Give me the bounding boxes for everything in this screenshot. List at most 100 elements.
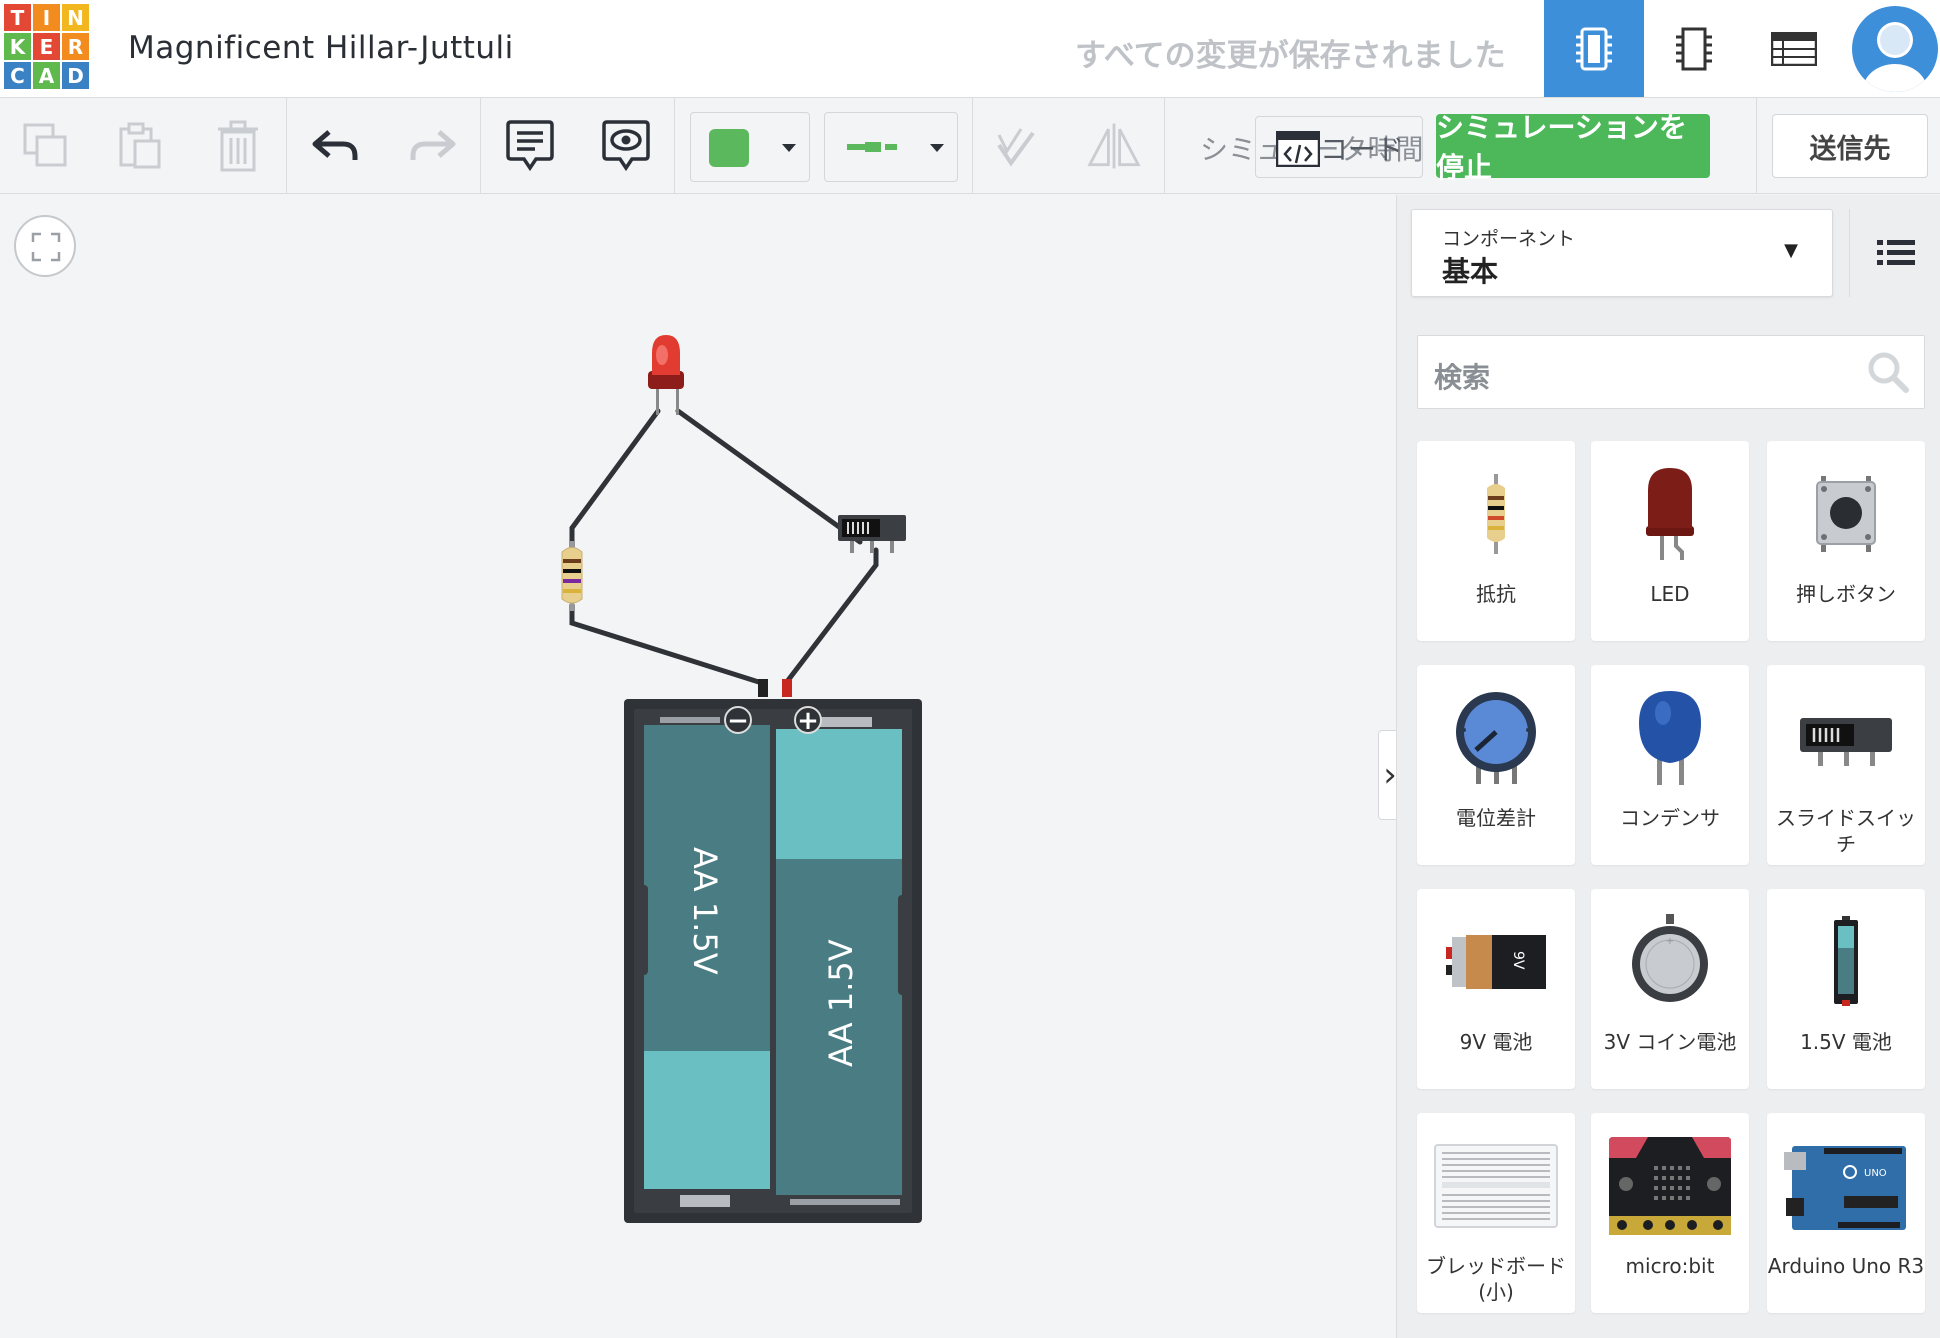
color-dropdown[interactable] xyxy=(690,112,810,182)
logo-letter: I xyxy=(33,4,60,31)
wire-color-swatch xyxy=(709,129,749,167)
code-button-label: コード xyxy=(1320,133,1405,166)
resistor-icon xyxy=(1487,474,1505,554)
wire-resistor-to-battery-minus xyxy=(569,602,765,694)
component-card-resistor[interactable]: 抵抗 xyxy=(1417,441,1575,641)
battery-aa-icon xyxy=(1834,916,1858,1006)
battery-9v-icon: 9V xyxy=(1446,935,1546,989)
wire-switch-to-battery-plus xyxy=(783,547,879,694)
component-label: micro:bit xyxy=(1625,1254,1715,1278)
undo-button[interactable] xyxy=(308,118,364,174)
redo-button[interactable] xyxy=(404,118,460,174)
component-label: 1.5V 電池 xyxy=(1800,1030,1892,1054)
chevron-right-icon: › xyxy=(1383,755,1397,795)
component-label: ブレッドボード (小) xyxy=(1426,1254,1566,1304)
component-label: 抵抗 xyxy=(1476,582,1516,606)
arduino-icon: UNO xyxy=(1784,1146,1906,1230)
add-note-button[interactable] xyxy=(502,118,558,174)
component-list-view-button[interactable] xyxy=(1744,0,1844,97)
svg-text:+: + xyxy=(1666,936,1674,947)
component-category-select[interactable]: コンポーネント 基本 ▼ xyxy=(1411,209,1833,297)
resistor-component xyxy=(561,541,583,611)
rotate-icon xyxy=(997,128,1035,167)
save-status: すべての変更が保存されました xyxy=(1075,38,1506,74)
components-panel: コンポーネント 基本 ▼ 検索 抵抗 LED 押しボタン 電位差計 コンデンサ … xyxy=(1396,195,1940,1338)
component-card-microbit[interactable]: micro:bit xyxy=(1591,1113,1749,1313)
led-icon xyxy=(1646,468,1694,560)
chevron-down-icon xyxy=(782,144,796,152)
wire-led-to-resistor xyxy=(569,408,661,550)
toolbar-separator xyxy=(1164,98,1165,194)
component-label: 電位差計 xyxy=(1456,806,1536,830)
logo-letter: K xyxy=(4,33,31,60)
component-label: 9V 電池 xyxy=(1459,1030,1533,1054)
coin-battery-icon: + xyxy=(1632,914,1708,1002)
slide-switch-icon xyxy=(1800,718,1892,766)
potentiometer-icon xyxy=(1456,692,1536,784)
delete-button[interactable] xyxy=(210,118,266,174)
component-card-breadboard[interactable]: ブレッドボード (小) xyxy=(1417,1113,1575,1313)
component-card-pushbutton[interactable]: 押しボタン xyxy=(1767,441,1925,641)
svg-text:9V: 9V xyxy=(1510,951,1526,970)
code-icon xyxy=(1276,131,1320,167)
user-avatar[interactable] xyxy=(1852,6,1938,92)
component-card-led[interactable]: LED xyxy=(1591,441,1749,641)
chevron-down-icon xyxy=(930,144,944,152)
toolbar-separator xyxy=(972,98,973,194)
toolbar-separator xyxy=(1756,98,1757,194)
component-card-capacitor[interactable]: コンデンサ xyxy=(1591,665,1749,865)
list-view-button[interactable] xyxy=(1849,209,1940,297)
logo-letter: D xyxy=(62,62,89,89)
led-component xyxy=(648,335,684,415)
component-label: 押しボタン xyxy=(1796,582,1896,606)
top-bar: T I N K E R C A D Magnificent Hillar-Jut… xyxy=(0,0,1940,98)
component-select-value: 基本 xyxy=(1442,255,1499,288)
capacitor-icon xyxy=(1639,691,1701,785)
circuit-view-button[interactable] xyxy=(1544,0,1644,97)
schematic-view-button[interactable] xyxy=(1644,0,1744,97)
paste-icon xyxy=(119,122,161,169)
project-title[interactable]: Magnificent Hillar-Juttuli xyxy=(128,30,514,66)
wire-style-dropdown[interactable] xyxy=(824,112,958,182)
component-search-input[interactable]: 検索 xyxy=(1417,335,1925,409)
eye-note-icon xyxy=(602,120,650,172)
toggle-notes-button[interactable] xyxy=(598,118,654,174)
table-icon xyxy=(1771,31,1817,66)
logo-letter: E xyxy=(33,33,60,60)
flip-button[interactable] xyxy=(1086,118,1142,174)
tinkercad-logo[interactable]: T I N K E R C A D xyxy=(4,4,90,92)
logo-letter: N xyxy=(62,4,89,31)
component-label: Arduino Uno R3 xyxy=(1767,1254,1925,1278)
component-card-potentiometer[interactable]: 電位差計 xyxy=(1417,665,1575,865)
component-label: 3V コイン電池 xyxy=(1603,1030,1737,1054)
battery-minus-terminal: − xyxy=(727,706,749,736)
component-card-arduino[interactable]: UNO Arduino Uno R3 xyxy=(1767,1113,1925,1313)
toolbar: シミュレータ時間 コード シミュレーションを停止 送信先 xyxy=(0,98,1940,194)
stop-simulation-button[interactable]: シミュレーションを停止 xyxy=(1436,111,1710,184)
workplane-canvas[interactable]: − + AA 1.5V AA 1.5V › xyxy=(0,195,1402,1338)
rotate-button[interactable] xyxy=(988,118,1044,174)
trash-icon xyxy=(218,120,258,172)
toolbar-separator xyxy=(674,98,675,194)
flip-icon xyxy=(1087,123,1141,169)
slide-switch-component xyxy=(838,515,906,553)
component-card-coin-battery[interactable]: + 3V コイン電池 xyxy=(1591,889,1749,1089)
search-placeholder: 検索 xyxy=(1434,361,1491,394)
battery-plus-terminal: + xyxy=(797,706,819,736)
list-icon xyxy=(1876,240,1915,265)
logo-letter: A xyxy=(33,62,60,89)
microbit-icon xyxy=(1609,1137,1731,1235)
undo-icon xyxy=(312,130,358,160)
circuit-drawing: − + AA 1.5V AA 1.5V xyxy=(561,335,922,1223)
component-card-slide-switch[interactable]: スライドスイッチ xyxy=(1767,665,1925,865)
send-to-button[interactable]: 送信先 xyxy=(1772,114,1928,178)
schematic-view-icon xyxy=(1676,27,1712,70)
redo-icon xyxy=(410,130,456,160)
wire-led-to-switch xyxy=(675,408,863,545)
wire-style-icon xyxy=(847,142,897,152)
component-card-aa-battery[interactable]: 1.5V 電池 xyxy=(1767,889,1925,1089)
component-card-9v-battery[interactable]: 9V 9V 電池 xyxy=(1417,889,1575,1089)
breadboard-icon xyxy=(1434,1144,1558,1228)
copy-button[interactable] xyxy=(18,118,74,174)
paste-button[interactable] xyxy=(112,118,168,174)
